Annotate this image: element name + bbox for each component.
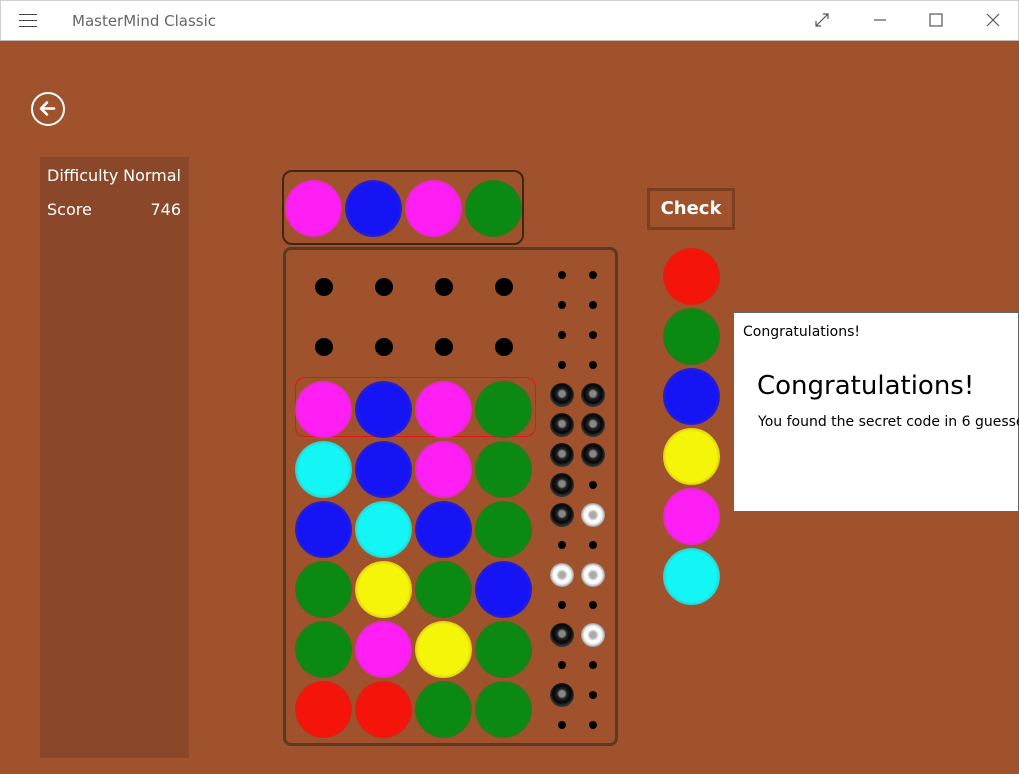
guess-peg-green [475, 621, 532, 678]
guess-peg-green [415, 561, 472, 618]
guess-peg-blue [355, 441, 412, 498]
guess-peg-blue [295, 501, 352, 558]
stats-panel: Difficulty Normal Score 746 [40, 157, 189, 758]
feedback-slot [589, 271, 597, 279]
guess-peg-cyan [355, 501, 412, 558]
title-bar: MasterMind Classic [0, 0, 1019, 41]
feedback-peg-black [550, 683, 574, 707]
minimize-icon[interactable] [866, 9, 894, 35]
game-board [283, 247, 618, 746]
guess-peg-yellow [355, 561, 412, 618]
empty-peg-slot[interactable] [375, 338, 393, 356]
guess-peg-green [295, 561, 352, 618]
guess-peg-blue [355, 381, 412, 438]
feedback-slot [589, 661, 597, 669]
guess-peg-green [475, 681, 532, 738]
hamburger-icon[interactable] [19, 14, 37, 28]
feedback-peg-black [550, 503, 574, 527]
feedback-slot [589, 301, 597, 309]
guess-peg-green [415, 681, 472, 738]
app-title: MasterMind Classic [72, 12, 217, 30]
feedback-peg-black [581, 383, 605, 407]
fullscreen-icon[interactable] [808, 9, 836, 35]
secret-peg-magenta [285, 180, 342, 237]
feedback-peg-black [550, 443, 574, 467]
feedback-slot [589, 361, 597, 369]
maximize-icon[interactable] [922, 9, 950, 35]
feedback-slot [558, 361, 566, 369]
secret-peg-magenta [405, 180, 462, 237]
empty-peg-slot[interactable] [315, 278, 333, 296]
guess-peg-cyan [295, 441, 352, 498]
guess-peg-green [475, 381, 532, 438]
palette-peg-blue[interactable] [663, 368, 720, 425]
back-arrow-icon[interactable] [31, 92, 65, 126]
dialog-title: Congratulations! [743, 324, 860, 340]
congratulations-dialog: Congratulations! Congratulations! You fo… [733, 312, 1019, 512]
guess-peg-magenta [295, 381, 352, 438]
secret-peg-green [465, 180, 522, 237]
difficulty-row: Difficulty Normal [47, 166, 181, 188]
feedback-peg-white [581, 623, 605, 647]
feedback-peg-black [581, 443, 605, 467]
guess-peg-green [475, 501, 532, 558]
guess-peg-yellow [415, 621, 472, 678]
feedback-slot [589, 601, 597, 609]
difficulty-label: Difficulty [47, 166, 119, 185]
feedback-slot [558, 331, 566, 339]
guess-peg-red [355, 681, 412, 738]
feedback-slot [558, 301, 566, 309]
feedback-slot [558, 661, 566, 669]
feedback-peg-black [550, 413, 574, 437]
feedback-slot [558, 541, 566, 549]
guess-peg-magenta [415, 441, 472, 498]
guess-peg-blue [475, 561, 532, 618]
guess-peg-magenta [415, 381, 472, 438]
palette-peg-cyan[interactable] [663, 548, 720, 605]
feedback-slot [589, 331, 597, 339]
close-icon[interactable] [979, 9, 1007, 35]
palette-peg-green[interactable] [663, 308, 720, 365]
feedback-peg-white [550, 563, 574, 587]
empty-peg-slot[interactable] [495, 338, 513, 356]
check-button[interactable]: Check [647, 188, 735, 230]
feedback-peg-black [550, 473, 574, 497]
dialog-message: You found the secret code in 6 guesses. [758, 414, 1019, 430]
feedback-slot [589, 721, 597, 729]
feedback-slot [558, 601, 566, 609]
guess-peg-magenta [355, 621, 412, 678]
palette-peg-red[interactable] [663, 248, 720, 305]
guess-peg-green [295, 621, 352, 678]
feedback-peg-black [550, 383, 574, 407]
empty-peg-slot[interactable] [375, 278, 393, 296]
score-value: 746 [150, 200, 181, 219]
secret-code-row [282, 170, 524, 245]
feedback-peg-black [581, 413, 605, 437]
score-label: Score [47, 200, 92, 219]
feedback-peg-white [581, 563, 605, 587]
empty-peg-slot[interactable] [435, 338, 453, 356]
feedback-peg-white [581, 503, 605, 527]
score-row: Score 746 [47, 200, 181, 222]
feedback-slot [558, 271, 566, 279]
empty-peg-slot[interactable] [315, 338, 333, 356]
palette-peg-yellow[interactable] [663, 428, 720, 485]
dialog-heading: Congratulations! [757, 371, 975, 401]
guess-peg-green [475, 441, 532, 498]
feedback-peg-black [550, 623, 574, 647]
difficulty-value: Normal [123, 166, 181, 185]
feedback-slot [589, 541, 597, 549]
feedback-slot [589, 691, 597, 699]
guess-peg-red [295, 681, 352, 738]
feedback-slot [558, 721, 566, 729]
empty-peg-slot[interactable] [435, 278, 453, 296]
secret-peg-blue [345, 180, 402, 237]
guess-peg-blue [415, 501, 472, 558]
feedback-slot [589, 481, 597, 489]
empty-peg-slot[interactable] [495, 278, 513, 296]
palette-peg-magenta[interactable] [663, 488, 720, 545]
